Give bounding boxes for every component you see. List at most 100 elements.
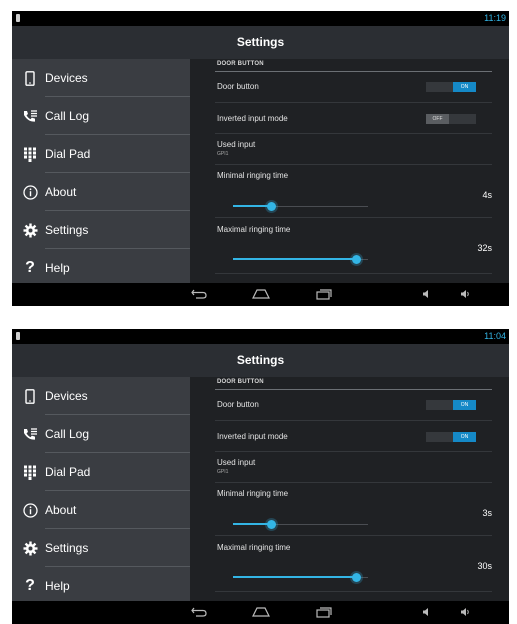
divider xyxy=(215,482,492,483)
call-log-icon xyxy=(22,426,38,442)
divider xyxy=(215,273,492,274)
status-bar: 11:19 xyxy=(12,11,509,26)
divider xyxy=(215,217,492,218)
home-icon[interactable] xyxy=(252,605,270,619)
help-icon: ? xyxy=(25,577,35,594)
min-ringing-value: 3s xyxy=(482,508,492,518)
info-icon xyxy=(22,184,38,200)
divider xyxy=(215,164,492,165)
screenshot-1: 11:19 Settings Devices Call Log Dial Pad… xyxy=(12,11,509,306)
volume-up-icon[interactable] xyxy=(456,605,474,619)
sidebar-item-label: Help xyxy=(45,579,70,593)
min-ringing-value: 4s xyxy=(482,190,492,200)
sidebar-item-label: About xyxy=(45,503,77,517)
slider-thumb[interactable] xyxy=(266,202,276,211)
battery-icon xyxy=(16,332,20,340)
door-button-toggle[interactable]: ON xyxy=(426,82,476,92)
dialpad-icon xyxy=(22,464,38,480)
slider-thumb[interactable] xyxy=(351,255,361,264)
sidebar-item-settings[interactable]: Settings xyxy=(12,211,190,249)
page-title: Settings xyxy=(12,26,509,59)
inverted-input-toggle[interactable]: OFF xyxy=(426,114,476,124)
sidebar-item-label: Devices xyxy=(45,71,88,85)
system-nav-bar xyxy=(12,601,509,624)
divider xyxy=(215,102,492,103)
divider xyxy=(215,71,492,72)
min-ringing-label: Minimal ringing time xyxy=(217,171,289,180)
back-icon[interactable] xyxy=(190,287,208,301)
sidebar-item-label: Call Log xyxy=(45,109,90,123)
min-ringing-label: Minimal ringing time xyxy=(217,489,289,498)
dialpad-icon xyxy=(22,146,38,162)
inverted-input-toggle[interactable]: ON xyxy=(426,432,476,442)
slider-fill xyxy=(233,523,271,525)
sidebar-item-devices[interactable]: Devices xyxy=(12,377,190,415)
inverted-input-label: Inverted input mode xyxy=(217,114,288,123)
divider xyxy=(215,535,492,536)
settings-panel: DOOR BUTTON Door button ON Inverted inpu… xyxy=(190,377,509,601)
door-button-label: Door button xyxy=(217,400,259,409)
section-header: DOOR BUTTON xyxy=(217,61,264,67)
volume-down-icon[interactable] xyxy=(417,287,435,301)
home-icon[interactable] xyxy=(252,287,270,301)
info-icon xyxy=(22,502,38,518)
recent-apps-icon[interactable] xyxy=(315,287,333,301)
used-input-label[interactable]: Used input xyxy=(217,140,255,149)
call-log-icon xyxy=(22,108,38,124)
sidebar: Devices Call Log Dial Pad About Settings… xyxy=(12,59,190,283)
phone-icon xyxy=(22,388,38,404)
help-icon: ? xyxy=(25,259,35,276)
max-ringing-label: Maximal ringing time xyxy=(217,543,291,552)
sidebar-item-label: Devices xyxy=(45,389,88,403)
settings-panel: DOOR BUTTON Door button ON Inverted inpu… xyxy=(190,59,509,283)
min-ringing-slider[interactable] xyxy=(233,520,368,529)
phone-icon xyxy=(22,70,38,86)
used-input-value: GPI1 xyxy=(217,469,229,475)
recent-apps-icon[interactable] xyxy=(315,605,333,619)
min-ringing-slider[interactable] xyxy=(233,202,368,211)
sidebar-item-label: Settings xyxy=(45,541,89,555)
sidebar-item-label: Call Log xyxy=(45,427,90,441)
divider xyxy=(215,451,492,452)
sidebar: Devices Call Log Dial Pad About Settings… xyxy=(12,377,190,601)
section-header: DOOR BUTTON xyxy=(217,379,264,385)
slider-fill xyxy=(233,258,356,260)
door-button-toggle[interactable]: ON xyxy=(426,400,476,410)
sidebar-item-label: Dial Pad xyxy=(45,465,91,479)
door-button-label: Door button xyxy=(217,82,259,91)
sidebar-item-dial-pad[interactable]: Dial Pad xyxy=(12,135,190,173)
sidebar-item-call-log[interactable]: Call Log xyxy=(12,415,190,453)
divider xyxy=(215,591,492,592)
sidebar-item-label: Settings xyxy=(45,223,89,237)
divider xyxy=(215,389,492,390)
toggle-knob: ON xyxy=(453,82,476,92)
max-ringing-value: 32s xyxy=(477,243,492,253)
used-input-label[interactable]: Used input xyxy=(217,458,255,467)
sidebar-item-about[interactable]: About xyxy=(12,173,190,211)
sidebar-item-dial-pad[interactable]: Dial Pad xyxy=(12,453,190,491)
sidebar-item-settings[interactable]: Settings xyxy=(12,529,190,567)
max-ringing-slider[interactable] xyxy=(233,255,368,264)
system-nav-bar xyxy=(12,283,509,306)
battery-icon xyxy=(16,14,20,22)
status-clock: 11:04 xyxy=(484,331,506,341)
slider-thumb[interactable] xyxy=(351,573,361,582)
sidebar-item-about[interactable]: About xyxy=(12,491,190,529)
screenshot-2: 11:04 Settings Devices Call Log Dial Pad… xyxy=(12,329,509,624)
max-ringing-value: 30s xyxy=(477,561,492,571)
sidebar-item-call-log[interactable]: Call Log xyxy=(12,97,190,135)
volume-up-icon[interactable] xyxy=(456,287,474,301)
sidebar-item-devices[interactable]: Devices xyxy=(12,59,190,97)
sidebar-item-help[interactable]: ? Help xyxy=(12,567,190,605)
slider-fill xyxy=(233,576,356,578)
slider-thumb[interactable] xyxy=(266,520,276,529)
back-icon[interactable] xyxy=(190,605,208,619)
slider-fill xyxy=(233,205,271,207)
volume-down-icon[interactable] xyxy=(417,605,435,619)
toggle-knob: ON xyxy=(453,432,476,442)
max-ringing-slider[interactable] xyxy=(233,573,368,582)
sidebar-item-label: Dial Pad xyxy=(45,147,91,161)
divider xyxy=(215,133,492,134)
inverted-input-label: Inverted input mode xyxy=(217,432,288,441)
sidebar-item-help[interactable]: ? Help xyxy=(12,249,190,287)
